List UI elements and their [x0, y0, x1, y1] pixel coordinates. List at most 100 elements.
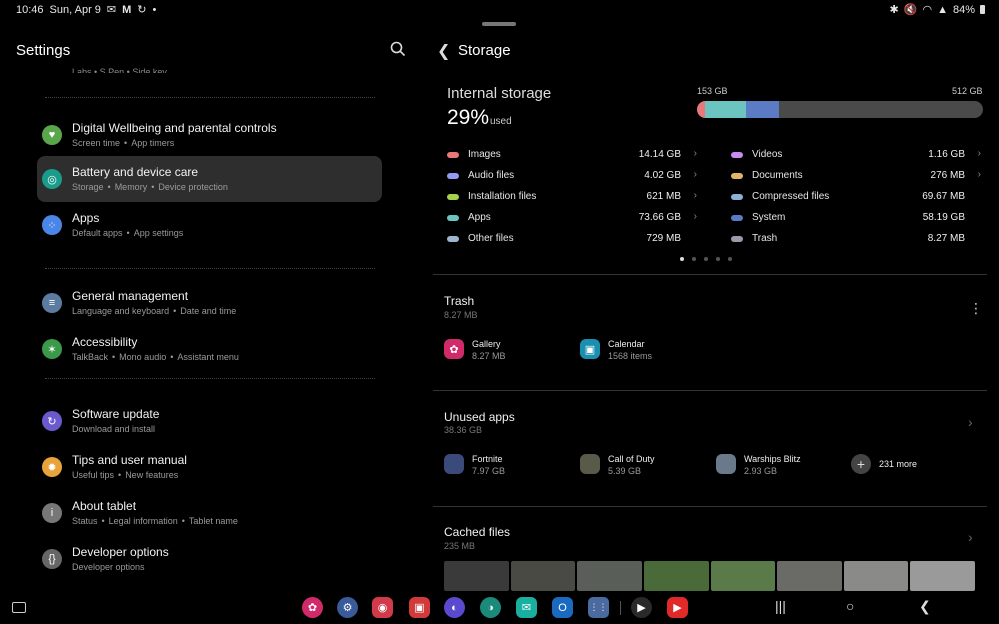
chevron-right-icon: › [693, 148, 697, 159]
storage-category-other-files[interactable]: Other files 729 MB [447, 232, 697, 248]
internet-app-icon[interactable]: ◐ [444, 597, 465, 618]
unused-app-fortnite[interactable]: Fortnite 7.97 GB [444, 452, 584, 478]
bullet-separator: • [124, 138, 128, 148]
settings-item-tips-and-user-manual[interactable]: ✹ Tips and user manual Useful tips • New fea… [37, 444, 382, 490]
settings-item-developer-options[interactable]: {} Developer options Developer options [37, 536, 382, 582]
unused-app-call-of-duty[interactable]: Call of Duty 5.39 GB [580, 452, 720, 478]
app-name: Gallery [472, 339, 501, 349]
storage-category-system[interactable]: System 58.19 GB [731, 211, 981, 227]
internal-storage-label: Internal storage [447, 85, 552, 102]
unused-apps-chevron-icon[interactable]: › [968, 414, 973, 430]
settings-item-title: Developer options [72, 545, 169, 559]
bar-segment-images [697, 101, 705, 118]
settings-item-title: Software update [72, 407, 160, 421]
settings-item-subtitle: Default apps • App settings [72, 228, 183, 238]
chevron-right-icon: › [977, 148, 981, 159]
storage-category-images[interactable]: Images 14.14 GB › [447, 148, 697, 164]
cached-thumbnail [577, 561, 642, 591]
sync-icon: ↻ [137, 4, 147, 16]
category-size: 14.14 GB [638, 149, 681, 160]
play-store-app-icon[interactable]: ▶ [631, 597, 652, 618]
cached-thumbnail [843, 561, 909, 591]
notification-dot: • [152, 3, 157, 16]
storage-category-documents[interactable]: Documents 276 MB › [731, 169, 981, 185]
subtitle-part: Assistant menu [177, 352, 239, 362]
settings-app-icon[interactable]: ⚙ [337, 597, 358, 618]
subtitle-part: TalkBack [72, 352, 109, 362]
trash-app-calendar[interactable]: ▣ Calendar 1568 items [580, 337, 720, 363]
category-size: 621 MB [646, 191, 681, 202]
back-arrow-icon[interactable]: ❮ [437, 41, 450, 61]
trash-title[interactable]: Trash [444, 294, 474, 308]
cached-thumbnails [444, 561, 975, 591]
used-label: used [490, 116, 512, 127]
search-icon[interactable] [389, 40, 407, 58]
unused-apps-title[interactable]: Unused apps [444, 410, 515, 424]
storage-category-videos[interactable]: Videos 1.16 GB › [731, 148, 981, 164]
more-apps-label: 231 more [879, 459, 918, 469]
category-size: 276 MB [930, 170, 965, 181]
category-name: Apps [468, 212, 491, 223]
category-name: Audio files [468, 170, 515, 181]
warships-blitz-icon [716, 454, 736, 474]
home-icon[interactable]: ○ [846, 598, 854, 614]
settings-item-software-update[interactable]: ↻ Software update Download and install [37, 398, 382, 444]
section-divider [433, 390, 987, 391]
subtitle-part: Storage [72, 182, 104, 192]
subtitle-part: Date and time [180, 306, 237, 316]
page-dot [704, 257, 708, 261]
settings-item-battery-and-device-care[interactable]: ◎ Battery and device care Storage • Memory • D… [37, 156, 382, 202]
lightbulb-icon: ✹ [42, 457, 62, 477]
settings-item-title: Digital Wellbeing and parental controls [72, 121, 277, 135]
recents-icon[interactable]: ||| [775, 598, 786, 614]
email-app-icon[interactable]: ✉ [516, 597, 537, 618]
storage-category-compressed-files[interactable]: Compressed files 69.67 MB [731, 190, 981, 206]
trash-app-gallery[interactable]: ✿ Gallery 8.27 MB [444, 337, 584, 363]
settings-item-subtitle: Useful tips • New features [72, 470, 178, 480]
update-icon: ↻ [42, 411, 62, 431]
storage-category-apps[interactable]: Apps 73.66 GB › [447, 211, 697, 227]
screen-recorder-app-icon[interactable]: ▣ [409, 597, 430, 618]
settings-item-about-tablet[interactable]: i About tablet Status • Legal information • Ta… [37, 490, 382, 536]
edge-app-icon[interactable]: ◑ [480, 597, 501, 618]
group-divider [45, 97, 375, 98]
cached-files-chevron-icon[interactable]: › [968, 529, 973, 545]
app-name: Warships Blitz [744, 454, 801, 464]
gallery-app-icon[interactable]: ✿ [302, 597, 323, 618]
storage-category-trash[interactable]: Trash 8.27 MB [731, 232, 981, 248]
settings-item-apps[interactable]: ⁘ Apps Default apps • App settings [37, 202, 382, 248]
subtitle-part: Developer options [72, 562, 145, 572]
storage-category-audio-files[interactable]: Audio files 4.02 GB › [447, 169, 697, 185]
settings-item-digital-wellbeing-and-parental-controls[interactable]: ♥ Digital Wellbeing and parental controls… [37, 112, 382, 158]
back-icon[interactable]: ❮ [919, 598, 931, 615]
settings-item-accessibility[interactable]: ✶ Accessibility TalkBack • Mono audio • Assist… [37, 326, 382, 372]
category-color-dot [731, 215, 743, 221]
storage-percent: 29% [447, 106, 490, 129]
category-name: System [752, 212, 786, 223]
status-bar-right: ✱ 🔇 ◠ ▲ 84% [890, 3, 985, 16]
outlook-app-icon[interactable]: O [552, 597, 573, 618]
wifi-icon: ◠ [922, 4, 933, 16]
cached-files-size: 235 MB [444, 541, 476, 551]
category-size: 729 MB [646, 233, 681, 244]
storage-category-installation-files[interactable]: Installation files 621 MB › [447, 190, 697, 206]
more-options-icon[interactable]: ⋮ [969, 300, 983, 317]
settings-item-subtitle: TalkBack • Mono audio • Assistant menu [72, 352, 239, 362]
recent-apps-panel-icon[interactable] [12, 602, 26, 613]
settings-item-subtitle: Storage • Memory • Device protection [72, 182, 228, 192]
unused-app-warships-blitz[interactable]: Warships Blitz 2.93 GB [716, 452, 856, 478]
settings-item-general-management[interactable]: ≡ General management Language and keyboard… [37, 280, 382, 326]
youtube-app-icon[interactable]: ▶ [667, 597, 688, 618]
category-name: Trash [752, 233, 778, 244]
category-color-dot [447, 236, 459, 242]
mute-icon: 🔇 [903, 4, 918, 16]
storage-usage-bar [697, 101, 983, 118]
cached-files-title[interactable]: Cached files [444, 525, 510, 539]
split-view-handle[interactable] [482, 22, 516, 26]
settings-item-subtitle: Download and install [72, 424, 155, 434]
camera-app-icon[interactable]: ◉ [372, 597, 393, 618]
category-size: 8.27 MB [927, 233, 965, 244]
bullet-separator: • [170, 352, 174, 362]
plus-icon: + [851, 454, 871, 474]
app-drawer-icon[interactable]: ⋮⋮ [588, 597, 609, 618]
